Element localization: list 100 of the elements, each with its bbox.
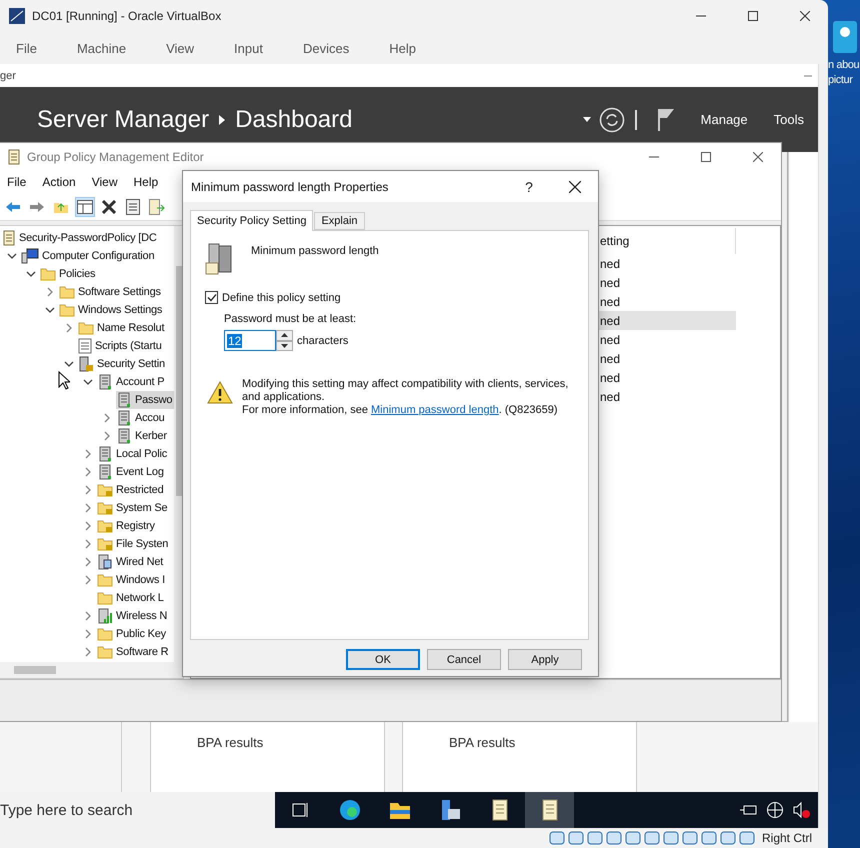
close-icon bbox=[800, 11, 810, 21]
menu-item[interactable]: Manage bbox=[700, 112, 748, 127]
tree-item[interactable]: Local Polic bbox=[97, 445, 169, 463]
tree-item[interactable]: Software R bbox=[97, 643, 170, 661]
checkmark-icon bbox=[206, 293, 216, 302]
chevron-right-icon[interactable] bbox=[84, 557, 90, 567]
scroll-icon bbox=[2, 230, 16, 246]
menu-item[interactable]: Devices bbox=[292, 40, 360, 56]
chevron-right-icon[interactable] bbox=[84, 539, 90, 549]
export-button[interactable] bbox=[147, 196, 167, 216]
tree-item[interactable]: Network L bbox=[97, 589, 166, 607]
tree-item[interactable]: Accou bbox=[116, 409, 167, 427]
locked-folder-icon bbox=[97, 537, 113, 551]
menu-item[interactable]: File bbox=[6, 40, 47, 56]
tree-item[interactable]: Security Settin bbox=[78, 355, 167, 373]
caret-down-icon bbox=[281, 344, 288, 348]
tree-item[interactable]: Registry bbox=[97, 517, 157, 535]
menu-item[interactable]: Action bbox=[34, 175, 84, 189]
desktop-icon bbox=[832, 20, 858, 54]
chevron-down-icon[interactable] bbox=[82, 379, 92, 385]
tree-item[interactable]: Security-PasswordPolicy [DC bbox=[2, 229, 159, 247]
tree-item[interactable]: Computer Configuration bbox=[21, 247, 156, 265]
power-icon[interactable] bbox=[740, 803, 758, 817]
tree-item[interactable]: Windows Settings bbox=[59, 301, 164, 319]
menu-item[interactable]: File bbox=[0, 175, 34, 189]
tree-item[interactable]: Wireless N bbox=[97, 607, 170, 625]
dropdown-caret-icon[interactable] bbox=[582, 117, 591, 122]
globe-icon[interactable] bbox=[766, 801, 784, 819]
menu-item[interactable]: View bbox=[84, 175, 126, 189]
chevron-down-icon[interactable] bbox=[6, 253, 16, 259]
notepad-icon bbox=[490, 799, 508, 821]
number-field[interactable]: 12 bbox=[224, 330, 276, 351]
chevron-down-icon[interactable] bbox=[44, 307, 54, 313]
chevron-down-icon[interactable] bbox=[26, 271, 36, 277]
chevron-right-icon[interactable] bbox=[104, 431, 110, 441]
mouse-cursor-icon bbox=[58, 371, 70, 390]
tab[interactable]: Explain bbox=[314, 212, 365, 230]
tree-item[interactable]: Policies bbox=[40, 265, 98, 283]
caret-up-icon bbox=[281, 333, 288, 338]
tree-item[interactable]: Name Resolut bbox=[78, 319, 166, 337]
tree-item[interactable]: System Se bbox=[97, 499, 170, 517]
tree-item[interactable]: Kerber bbox=[116, 427, 169, 445]
chevron-right-icon[interactable] bbox=[104, 413, 110, 423]
chevron-right-icon[interactable] bbox=[84, 611, 90, 621]
menu-item[interactable]: Help bbox=[379, 40, 426, 56]
chevron-right-icon[interactable] bbox=[84, 449, 90, 459]
chevron-right-icon[interactable] bbox=[84, 503, 90, 513]
scroll-icon bbox=[7, 149, 21, 165]
tree-item[interactable]: Software Settings bbox=[59, 283, 163, 301]
arrow-left-icon bbox=[5, 200, 21, 212]
chevron-right-icon[interactable] bbox=[84, 485, 90, 495]
menu-item[interactable]: View bbox=[156, 40, 204, 56]
tree-item[interactable]: Scripts (Startu bbox=[78, 337, 164, 355]
taskbar-app[interactable] bbox=[525, 792, 574, 828]
chevron-right-icon[interactable] bbox=[84, 629, 90, 639]
tree-item[interactable]: Wired Net bbox=[97, 553, 166, 571]
flag-icon[interactable] bbox=[656, 108, 675, 132]
chevron-right-icon[interactable] bbox=[84, 521, 90, 531]
spin-up-button[interactable] bbox=[276, 330, 293, 340]
dialog-button[interactable]: OK bbox=[346, 649, 420, 670]
tree-item[interactable]: Windows I bbox=[97, 571, 167, 589]
dialog-title: Minimum password length Properties bbox=[191, 180, 390, 194]
warning-text: Modifying this setting may affect compatibility with clients, services, and applications. bbox=[242, 378, 570, 404]
minimize-icon[interactable] bbox=[804, 74, 812, 76]
scrollbar[interactable] bbox=[0, 662, 183, 678]
dialog-button[interactable]: Cancel bbox=[427, 649, 501, 670]
link[interactable]: Minimum password length bbox=[371, 404, 499, 416]
speaker-muted-icon[interactable] bbox=[792, 801, 810, 819]
menu-item[interactable]: Help bbox=[126, 175, 166, 189]
info-text: For more information, see Minimum password length. (Q823659) bbox=[242, 404, 558, 417]
chevron-right-icon[interactable] bbox=[84, 467, 90, 477]
tree-item[interactable]: Public Key bbox=[97, 625, 168, 643]
window-title: Group Policy Management Editor bbox=[27, 150, 205, 164]
tree-item[interactable]: Passwo bbox=[116, 391, 174, 409]
properties-button[interactable] bbox=[123, 196, 143, 216]
chevron-right-icon[interactable] bbox=[46, 287, 52, 297]
menu-item[interactable]: Machine bbox=[66, 40, 136, 56]
chevron-down-icon[interactable] bbox=[64, 361, 74, 367]
computer-icon bbox=[21, 248, 39, 264]
chevron-right-icon[interactable] bbox=[66, 323, 72, 333]
maximize-icon bbox=[701, 152, 711, 162]
refresh-icon[interactable] bbox=[598, 106, 625, 132]
tree-item[interactable]: Event Log bbox=[97, 463, 166, 481]
minimize-icon bbox=[696, 15, 706, 17]
tree-item[interactable]: Account P bbox=[97, 373, 166, 391]
chevron-right-icon[interactable] bbox=[84, 575, 90, 585]
tree-item[interactable]: File Systen bbox=[97, 535, 170, 553]
tab[interactable]: Security Policy Setting bbox=[190, 210, 314, 231]
help-button[interactable]: ? bbox=[506, 171, 552, 202]
dialog-button[interactable]: Apply bbox=[508, 649, 582, 670]
checkbox[interactable] bbox=[205, 291, 218, 304]
chevron-right-icon[interactable] bbox=[84, 647, 90, 657]
delete-icon bbox=[102, 200, 116, 214]
menu-item[interactable]: Tools bbox=[774, 112, 804, 127]
menu-item[interactable]: Input bbox=[224, 40, 273, 56]
server-icon bbox=[116, 428, 132, 444]
warning-icon bbox=[207, 381, 233, 404]
spin-down-button[interactable] bbox=[276, 340, 293, 351]
pane-toggle-button[interactable] bbox=[75, 196, 95, 216]
tree-item[interactable]: Restricted bbox=[97, 481, 166, 499]
